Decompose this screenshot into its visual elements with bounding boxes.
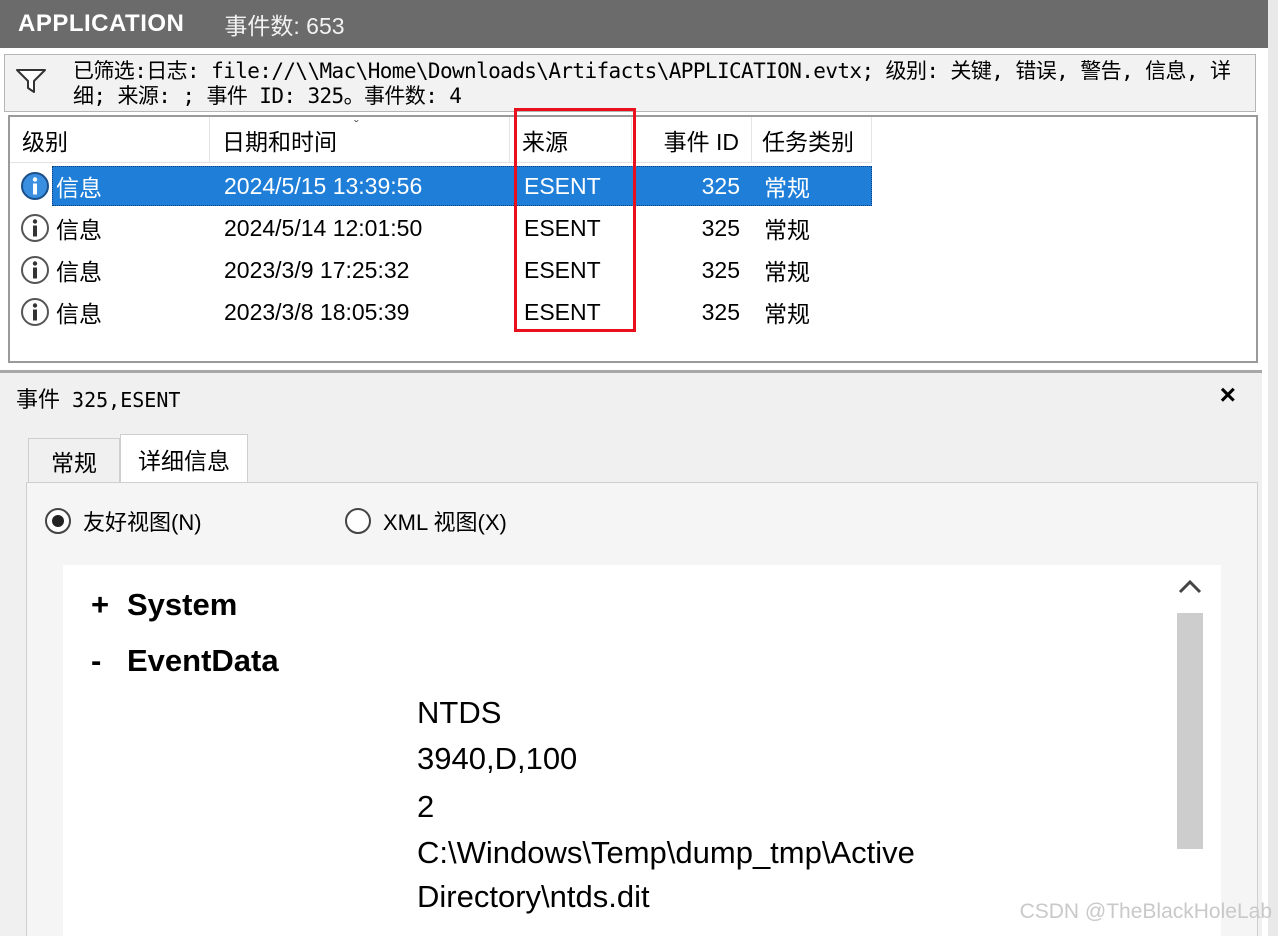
filter-bar: 已筛选:日志: file://\\Mac\Home\Downloads\Arti… [4,54,1256,112]
event-count: 事件数: 653 [224,13,345,39]
row-level: 信息 [56,175,102,201]
row-task-category: 常规 [764,301,810,327]
radio-unselected-icon[interactable] [345,508,371,534]
row-task-category: 常规 [764,259,810,285]
table-row[interactable]: 信息 2024/5/15 13:39:56 ESENT 325 常规 [10,165,872,207]
log-name: APPLICATION [18,10,185,37]
system-section[interactable]: + System [91,587,237,623]
row-datetime: 2023/3/8 18:05:39 [224,298,410,325]
table-row[interactable]: 信息 2023/3/8 18:05:39 ESENT 325 常规 [10,291,872,333]
radio-friendly-view[interactable]: 友好视图(N) [45,505,202,537]
eventdata-section-label: EventData [127,643,279,678]
row-level: 信息 [56,217,102,243]
row-source: ESENT [524,214,601,241]
tab-details[interactable]: 详细信息 [120,434,248,482]
row-task-category: 常规 [764,217,810,243]
event-detail-title: 事件 325,ESENT [16,382,180,414]
details-panel: 友好视图(N) XML 视图(X) + System - EventData N… [26,482,1258,936]
row-event-id: 325 [701,298,740,325]
event-list-header: 级别 日期和时间 ˇ 来源 事件 ID 任务类别 [10,117,872,163]
eventdata-section[interactable]: - EventData [91,643,279,679]
radio-selected-icon[interactable] [45,508,71,534]
filter-description: 已筛选:日志: file://\\Mac\Home\Downloads\Arti… [73,59,1231,108]
row-level: 信息 [56,259,102,285]
column-task-category[interactable]: 任务类别 [752,117,872,163]
event-detail-title-id: 325,ESENT [60,388,181,412]
watermark: CSDN @TheBlackHoleLab [1019,900,1272,923]
column-event-id[interactable]: 事件 ID [632,117,752,163]
column-source[interactable]: 来源 [510,117,632,163]
expand-icon[interactable]: + [91,587,127,623]
info-icon [21,298,49,326]
window-edge [1268,0,1278,936]
table-row[interactable]: 信息 2024/5/14 12:01:50 ESENT 325 常规 [10,207,872,249]
row-event-id: 325 [701,214,740,241]
event-detail-header: 事件 325,ESENT × [0,370,1262,418]
row-level: 信息 [56,301,102,327]
row-event-id: 325 [701,172,740,199]
scrollbar-thumb[interactable] [1177,613,1203,849]
column-datetime[interactable]: 日期和时间 [210,117,510,163]
row-task-category: 常规 [764,175,810,201]
vertical-scrollbar[interactable] [1171,565,1221,936]
column-level[interactable]: 级别 [10,117,210,163]
funnel-icon[interactable] [15,67,47,95]
row-datetime: 2024/5/15 13:39:56 [224,172,423,199]
event-data-value: 2 [417,789,435,824]
event-data-value: 3940,D,100 [417,741,578,776]
row-event-id: 325 [701,256,740,283]
radio-xml-label: XML 视图(X) [383,510,507,535]
row-datetime: 2024/5/14 12:01:50 [224,214,423,241]
event-detail-title-prefix: 事件 [16,387,61,412]
log-title-bar: APPLICATION 事件数: 653 [0,0,1268,48]
friendly-view-content: + System - EventData NTDS 3940,D,100 2 C… [63,565,1171,936]
row-source: ESENT [524,172,601,199]
info-icon [21,256,49,284]
table-row[interactable]: 信息 2023/3/9 17:25:32 ESENT 325 常规 [10,249,872,291]
event-detail-body: 常规 详细信息 友好视图(N) XML 视图(X) + System - Eve… [0,418,1262,936]
row-source: ESENT [524,256,601,283]
sort-indicator-icon: ˇ [354,117,359,133]
info-icon [21,172,49,200]
radio-xml-view[interactable]: XML 视图(X) [345,505,507,537]
tab-general[interactable]: 常规 [28,438,120,482]
event-data-value: C:\Windows\Temp\dump_tmp\Active [417,835,915,870]
event-data-value: Directory\ntds.dit [417,879,650,914]
row-source: ESENT [524,298,601,325]
collapse-icon[interactable]: - [91,643,127,679]
close-icon[interactable]: × [1220,379,1236,411]
radio-friendly-label: 友好视图(N) [83,510,202,535]
info-icon [21,214,49,242]
row-datetime: 2023/3/9 17:25:32 [224,256,410,283]
event-data-value: NTDS [417,695,502,730]
selection-highlight [52,166,872,206]
event-list[interactable]: 级别 日期和时间 ˇ 来源 事件 ID 任务类别 信息 2024/5/15 13… [8,115,1258,363]
scroll-up-icon[interactable] [1175,573,1205,599]
system-section-label: System [127,587,238,622]
